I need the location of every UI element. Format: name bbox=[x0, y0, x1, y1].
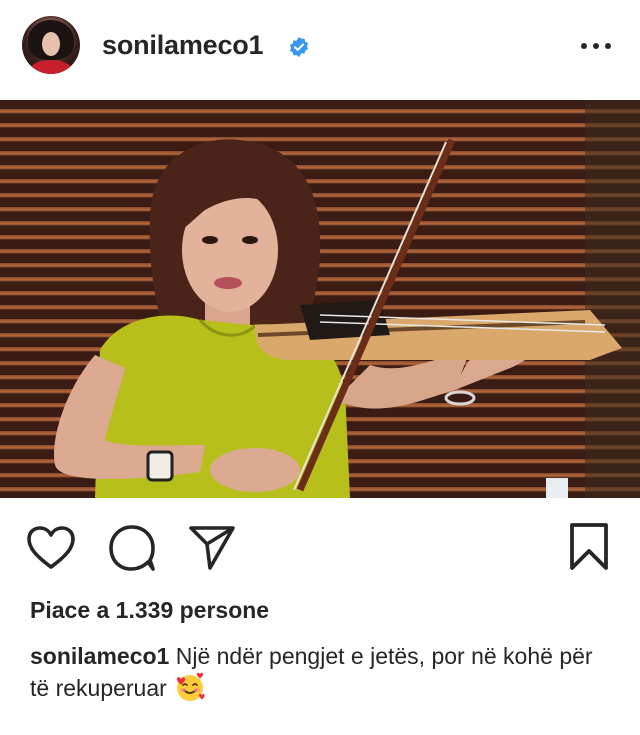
comment-icon[interactable] bbox=[108, 524, 158, 572]
photo-illustration bbox=[54, 100, 640, 498]
smiling-face-with-hearts-icon bbox=[177, 672, 205, 701]
avatar[interactable] bbox=[22, 16, 80, 74]
bookmark-icon[interactable] bbox=[568, 522, 610, 572]
post-image[interactable] bbox=[0, 100, 640, 498]
share-paper-plane-icon[interactable] bbox=[188, 524, 236, 570]
likes-count[interactable]: Piace a 1.339 persone bbox=[30, 597, 269, 624]
post-caption: sonilameco1 Një ndër pengjet e jetës, po… bbox=[30, 640, 610, 704]
post-actions bbox=[0, 500, 640, 590]
username-link[interactable]: sonilameco1 bbox=[102, 30, 264, 61]
caption-username-link[interactable]: sonilameco1 bbox=[30, 643, 169, 669]
heart-outline-icon[interactable] bbox=[26, 526, 76, 570]
more-options-icon[interactable] bbox=[580, 32, 612, 60]
verified-badge-icon bbox=[289, 36, 309, 58]
post-header: sonilameco1 bbox=[0, 0, 640, 100]
